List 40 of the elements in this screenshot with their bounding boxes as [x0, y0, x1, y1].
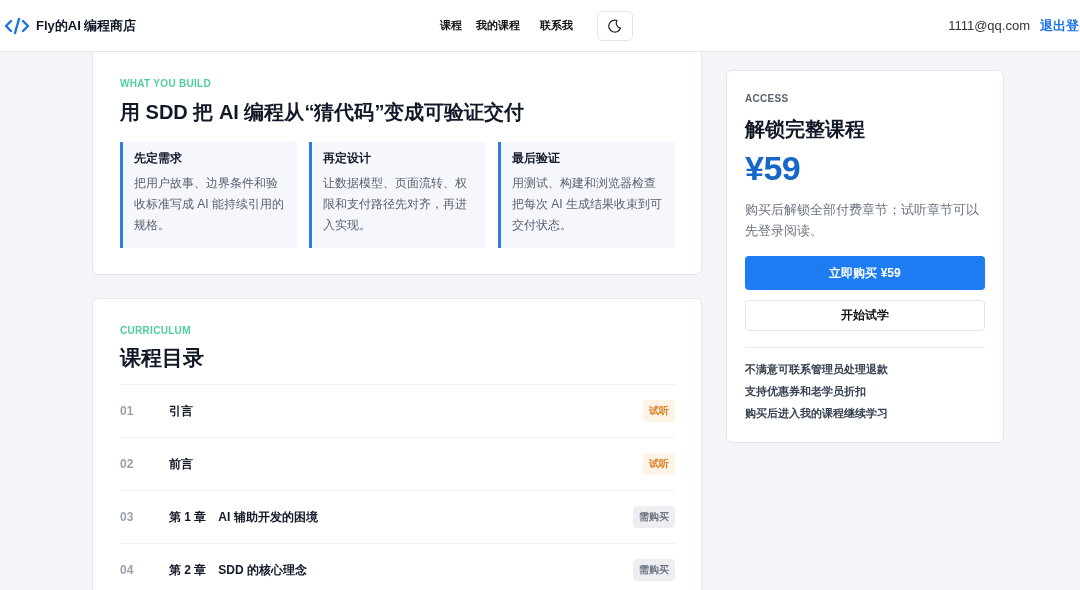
buy-button[interactable]: 立即购买 ¥59 — [745, 256, 985, 290]
nav-link[interactable]: 我的课程 — [476, 18, 520, 33]
note-text: 支持优惠券和老学员折扣 — [745, 384, 867, 399]
step-text: 用测试、构建和浏览器检查把每次 AI 生成结果收束到可交付状态。 — [512, 175, 663, 234]
intro-heading: 用 SDD 把 AI 编程从“猜代码”变成可验证交付 — [120, 100, 526, 125]
step-title: 最后验证 — [512, 150, 561, 167]
price: ¥59 — [745, 149, 802, 188]
theme-toggle-button[interactable] — [597, 10, 633, 41]
lesson-title[interactable]: 第 2 章 SDD 的核心理念 — [169, 561, 307, 579]
note-text: 不满意可联系管理员处理退款 — [745, 362, 889, 377]
lesson-title[interactable]: 引言 — [169, 402, 193, 420]
eyebrow: WHAT YOU BUILD — [120, 78, 213, 89]
trial-button[interactable]: 开始试学 — [745, 300, 985, 331]
nav-link[interactable]: 联系我 — [540, 18, 573, 33]
lesson-number: 04 — [120, 563, 135, 577]
curriculum-heading: 课程目录 — [120, 345, 205, 371]
lesson-number: 01 — [120, 404, 135, 418]
lesson-title[interactable]: 第 1 章 AI 辅助开发的困境 — [169, 508, 318, 526]
user-email: 1111@qq.com — [948, 18, 1030, 33]
lesson-number: 02 — [120, 457, 135, 471]
nav-link[interactable]: 课程 — [440, 18, 462, 33]
site-logo[interactable]: Fly的AI 编程商店 — [36, 16, 137, 35]
note-text: 购买后进入我的课程继续学习 — [745, 406, 889, 421]
eyebrow: CURRICULUM — [120, 325, 192, 336]
moon-icon — [608, 18, 622, 33]
lesson-number: 03 — [120, 510, 135, 524]
lesson-tag: 需购买 — [633, 506, 675, 528]
logout-link[interactable]: 退出登 — [1040, 16, 1079, 35]
code-icon — [4, 17, 30, 34]
step-text: 把用户故事、边界条件和验收标准写成 AI 能持续引用的规格。 — [134, 175, 285, 234]
lesson-tag: 需购买 — [633, 559, 675, 581]
eyebrow: ACCESS — [745, 93, 790, 104]
lesson-tag: 试听 — [643, 453, 675, 475]
lesson-tag: 试听 — [643, 400, 675, 422]
lesson-title[interactable]: 前言 — [169, 455, 193, 473]
step-title: 再定设计 — [323, 150, 372, 167]
step-title: 先定需求 — [134, 150, 183, 167]
purchase-heading: 解锁完整课程 — [745, 117, 866, 142]
purchase-description: 购买后解锁全部付费章节；试听章节可以先登录阅读。 — [745, 202, 980, 240]
step-text: 让数据模型、页面流转、权限和支付路径先对齐，再进入实现。 — [323, 175, 468, 234]
